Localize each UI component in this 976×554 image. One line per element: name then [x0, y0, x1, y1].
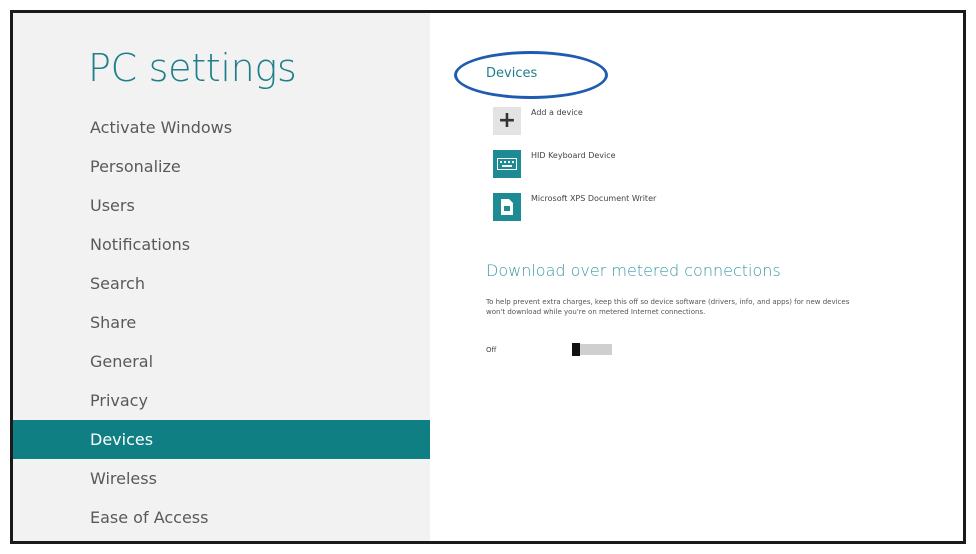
device-label: Microsoft XPS Document Writer	[531, 194, 657, 203]
sidebar-item-share[interactable]: Share	[13, 303, 430, 342]
sidebar: PC settings Activate Windows Personalize…	[13, 13, 430, 541]
toggle-state-label: Off	[486, 345, 497, 354]
metered-heading: Download over metered connections	[486, 261, 781, 280]
sidebar-nav: Activate Windows Personalize Users Notif…	[13, 108, 430, 537]
sidebar-item-general[interactable]: General	[13, 342, 430, 381]
sidebar-item-devices[interactable]: Devices	[13, 420, 430, 459]
add-device-button[interactable]: + Add a device	[493, 107, 583, 135]
sidebar-item-personalize[interactable]: Personalize	[13, 147, 430, 186]
metered-toggle[interactable]	[572, 343, 612, 356]
toggle-thumb	[572, 343, 580, 356]
keyboard-icon	[493, 150, 521, 178]
metered-description: To help prevent extra charges, keep this…	[486, 298, 850, 316]
sidebar-item-notifications[interactable]: Notifications	[13, 225, 430, 264]
sidebar-item-privacy[interactable]: Privacy	[13, 381, 430, 420]
plus-icon: +	[493, 107, 521, 135]
screenshot-frame: PC settings Activate Windows Personalize…	[10, 10, 966, 544]
device-item-xps-writer[interactable]: Microsoft XPS Document Writer	[493, 193, 656, 221]
sidebar-item-activate-windows[interactable]: Activate Windows	[13, 108, 430, 147]
printer-icon	[493, 193, 521, 221]
sidebar-item-users[interactable]: Users	[13, 186, 430, 225]
sidebar-item-search[interactable]: Search	[13, 264, 430, 303]
device-label: Add a device	[531, 108, 583, 117]
device-item-keyboard[interactable]: HID Keyboard Device	[493, 150, 616, 178]
annotation-ellipse	[454, 51, 608, 99]
app-title: PC settings	[88, 46, 297, 90]
main-panel: Devices + Add a device HID Keyboard Devi…	[430, 13, 963, 541]
sidebar-item-wireless[interactable]: Wireless	[13, 459, 430, 498]
device-label: HID Keyboard Device	[531, 151, 616, 160]
sidebar-item-ease-of-access[interactable]: Ease of Access	[13, 498, 430, 537]
metered-toggle-row: Off	[486, 343, 612, 356]
